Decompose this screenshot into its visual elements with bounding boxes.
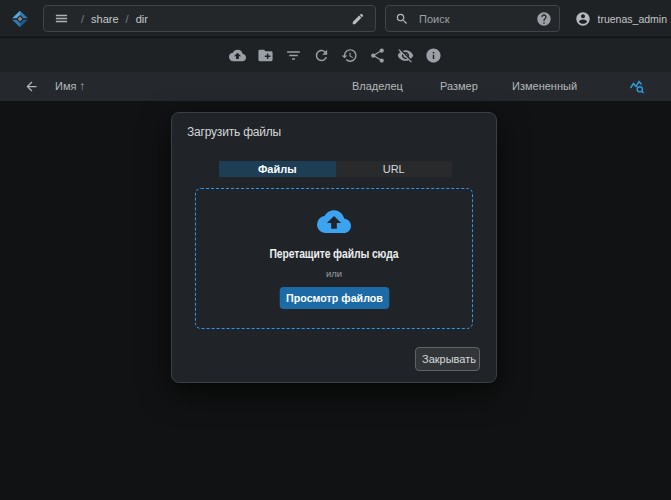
breadcrumb-separator: / xyxy=(126,13,129,25)
upload-icon[interactable] xyxy=(229,47,246,64)
sort-ascending-icon: ↑ xyxy=(80,80,86,92)
upload-dialog: Загрузить файлы Файлы URL Перетащите фай… xyxy=(171,112,497,383)
dropzone-headline: Перетащите файлы сюда xyxy=(270,247,399,261)
column-modified[interactable]: Измененный xyxy=(512,80,577,92)
breadcrumb-dir[interactable]: dir xyxy=(136,13,148,25)
path-bar[interactable]: / share / dir xyxy=(43,5,376,32)
refresh-icon[interactable] xyxy=(313,47,330,64)
share-icon[interactable] xyxy=(369,47,386,64)
user-menu[interactable]: truenas_admin xyxy=(575,0,667,37)
search-input[interactable]: Поиск xyxy=(419,13,449,25)
username-label: truenas_admin xyxy=(598,13,667,25)
listing-header: Имя ↑ Владелец Размер Измененный xyxy=(0,72,671,101)
dialog-tabs: Файлы URL xyxy=(219,161,452,177)
toggle-hidden-icon[interactable] xyxy=(397,47,414,64)
dialog-title: Загрузить файлы xyxy=(187,125,281,139)
create-directory-icon[interactable] xyxy=(257,47,274,64)
top-bar: / share / dir Поиск truenas_admin xyxy=(0,0,671,37)
stats-search-icon[interactable] xyxy=(629,79,645,95)
back-icon[interactable] xyxy=(24,79,39,94)
column-size[interactable]: Размер xyxy=(440,80,478,92)
search-icon xyxy=(395,12,409,26)
dropzone-separator: или xyxy=(326,268,342,279)
close-button[interactable]: Закрывать xyxy=(415,347,480,371)
help-icon[interactable] xyxy=(536,11,552,27)
browse-files-button[interactable]: Просмотр файлов xyxy=(279,287,389,309)
breadcrumb-separator: / xyxy=(81,13,84,25)
truenas-logo-icon xyxy=(8,7,32,31)
tab-files[interactable]: Файлы xyxy=(219,161,336,177)
tab-url[interactable]: URL xyxy=(336,161,453,177)
column-owner[interactable]: Владелец xyxy=(352,80,403,92)
breadcrumb-share[interactable]: share xyxy=(91,13,119,25)
info-icon[interactable] xyxy=(425,47,442,64)
user-icon xyxy=(575,11,591,27)
column-name[interactable]: Имя ↑ xyxy=(55,80,85,92)
rollback-icon[interactable] xyxy=(341,47,358,64)
cloud-upload-icon xyxy=(317,210,351,234)
file-toolbar xyxy=(0,38,671,72)
menu-icon[interactable] xyxy=(54,11,69,26)
filter-icon[interactable] xyxy=(285,47,302,64)
file-dropzone[interactable]: Перетащите файлы сюда или Просмотр файло… xyxy=(195,188,473,329)
search-bar[interactable]: Поиск xyxy=(385,5,560,32)
edit-path-icon[interactable] xyxy=(351,12,365,26)
breadcrumb: / share / dir xyxy=(81,13,148,25)
